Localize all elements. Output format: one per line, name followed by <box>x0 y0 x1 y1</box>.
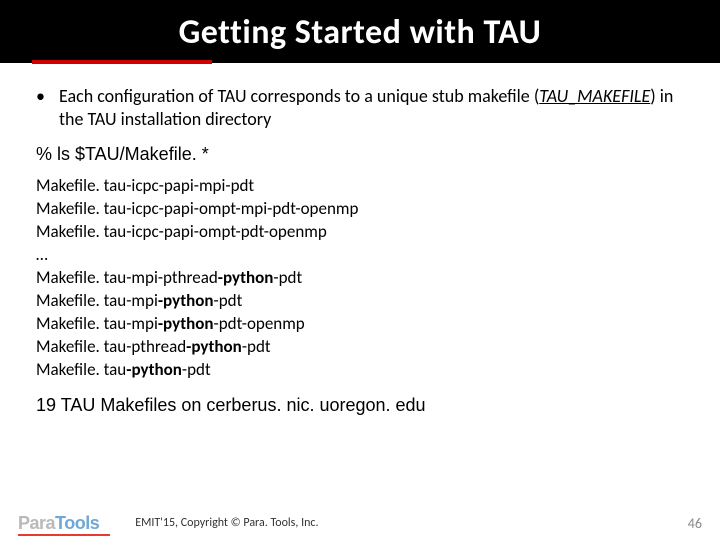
bullet-icon: • <box>36 85 45 108</box>
makefile-post: -pdt-openmp <box>214 313 305 334</box>
makefile-row: Makefile. tau-icpc-papi-ompt-mpi-pdt-ope… <box>36 198 686 221</box>
makefile-pre: Makefile. tau-pthread <box>36 336 186 357</box>
makefile-pre: Makefile. tau-mpi-pthread <box>36 267 218 288</box>
makefile-row: Makefile. tau-pthread-python-pdt <box>36 336 686 359</box>
slide: Getting Started with TAU • Each configur… <box>0 0 720 540</box>
makefile-python: -python <box>218 267 274 288</box>
makefile-row: Makefile. tau-icpc-papi-mpi-pdt <box>36 175 686 198</box>
makefile-row: Makefile. tau-mpi-python-pdt <box>36 290 686 313</box>
logo-underline <box>18 534 110 536</box>
logo: ParaTools <box>18 513 99 534</box>
makefile-python: -python <box>158 290 214 311</box>
makefile-pre: Makefile. tau <box>36 359 126 380</box>
command-line: % ls $TAU/Makefile. * <box>36 144 684 165</box>
bullet-var: TAU_MAKEFILE <box>539 85 650 107</box>
footer: ParaTools EMIT'15, Copyright © Para. Too… <box>0 506 720 540</box>
summary-line: 19 TAU Makefiles on cerberus. nic. uoreg… <box>36 395 684 416</box>
makefile-pre: Makefile. tau-icpc-papi-ompt-mpi-pdt-ope… <box>36 198 358 219</box>
logo-para: Para <box>18 513 55 534</box>
makefile-python: -python <box>126 359 182 380</box>
bullet-pre: Each configuration of TAU corresponds to… <box>59 85 539 107</box>
makefile-pre: Makefile. tau-mpi <box>36 313 158 334</box>
makefile-row: Makefile. tau-mpi-pthread-python-pdt <box>36 267 686 290</box>
makefile-pre: … <box>36 244 48 265</box>
makefile-pre: Makefile. tau-mpi <box>36 290 158 311</box>
makefile-post: -pdt <box>273 267 302 288</box>
makefile-post: -pdt <box>214 290 243 311</box>
makefile-pre: Makefile. tau-icpc-papi-mpi-pdt <box>36 175 254 196</box>
makefile-list: Makefile. tau-icpc-papi-mpi-pdtMakefile.… <box>36 175 686 381</box>
makefile-row: Makefile. tau-python-pdt <box>36 359 686 382</box>
makefile-python: -python <box>186 336 242 357</box>
makefile-row: Makefile. tau-mpi-python-pdt-openmp <box>36 313 686 336</box>
makefile-pre: Makefile. tau-icpc-papi-ompt-pdt-openmp <box>36 221 327 242</box>
page-number: 46 <box>688 515 702 532</box>
content-area: • Each configuration of TAU corresponds … <box>0 63 720 416</box>
bullet-item: • Each configuration of TAU corresponds … <box>34 85 686 130</box>
makefile-post: -pdt <box>242 336 271 357</box>
bullet-text: Each configuration of TAU corresponds to… <box>59 85 686 130</box>
copyright: EMIT'15, Copyright © Para. Tools, Inc. <box>99 516 688 530</box>
makefile-row: Makefile. tau-icpc-papi-ompt-pdt-openmp <box>36 221 686 244</box>
makefile-python: -python <box>158 313 214 334</box>
logo-tools: Tools <box>55 513 99 534</box>
accent-bar <box>32 60 212 64</box>
makefile-row: … <box>36 244 686 267</box>
makefile-post: -pdt <box>182 359 211 380</box>
title-bar: Getting Started with TAU <box>0 0 720 63</box>
slide-title: Getting Started with TAU <box>0 12 720 53</box>
